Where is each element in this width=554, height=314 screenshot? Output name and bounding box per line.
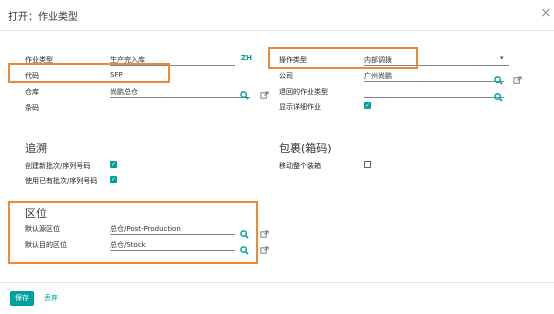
footer-divider — [0, 282, 554, 283]
warehouse-input[interactable]: 尚鹏总仓 — [110, 87, 138, 97]
chevron-down-icon[interactable]: ▾ — [500, 54, 504, 62]
warehouse-underline — [110, 97, 250, 98]
save-button[interactable]: 保存 — [10, 291, 34, 306]
company-input[interactable]: 广州尚鹏 — [364, 71, 392, 81]
discard-button[interactable]: 丢弃 — [44, 293, 58, 303]
highlight-box-operation-type — [268, 47, 418, 69]
external-link-icon[interactable] — [260, 240, 269, 259]
move-entire-label: 移动整个装箱 — [279, 162, 321, 170]
create-lots-checkbox[interactable]: ✓ — [110, 161, 117, 168]
company-underline — [364, 81, 504, 82]
show-detailed-checkbox[interactable]: ✓ — [364, 102, 371, 109]
traceability-section-title: 追溯 — [25, 142, 47, 155]
search-icon[interactable] — [240, 85, 249, 104]
dialog-title: 打开：作业类型 — [8, 12, 78, 23]
return-type-underline — [364, 97, 504, 98]
return-type-label: 退回的作业类型 — [279, 88, 328, 96]
search-icon[interactable] — [494, 87, 503, 106]
warehouse-label: 仓库 — [25, 88, 39, 96]
company-label: 公司 — [279, 72, 293, 80]
move-entire-checkbox[interactable] — [364, 161, 371, 168]
external-link-icon[interactable] — [260, 85, 269, 104]
translate-button[interactable]: ZH — [241, 54, 252, 62]
barcode-label: 条码 — [25, 104, 39, 112]
external-link-icon[interactable] — [513, 70, 522, 89]
create-lots-label: 创建新批次/序列号码 — [25, 162, 91, 170]
show-detailed-label: 显示详细作业 — [279, 103, 321, 111]
use-existing-checkbox[interactable]: ✓ — [110, 176, 117, 183]
highlight-box-code — [8, 63, 170, 83]
use-existing-label: 使用已有批次/序列号码 — [25, 177, 98, 185]
close-icon[interactable]: × — [540, 5, 552, 21]
highlight-box-locations — [8, 201, 258, 264]
header-divider — [0, 30, 554, 31]
packages-section-title: 包裹(箱码) — [279, 142, 332, 155]
